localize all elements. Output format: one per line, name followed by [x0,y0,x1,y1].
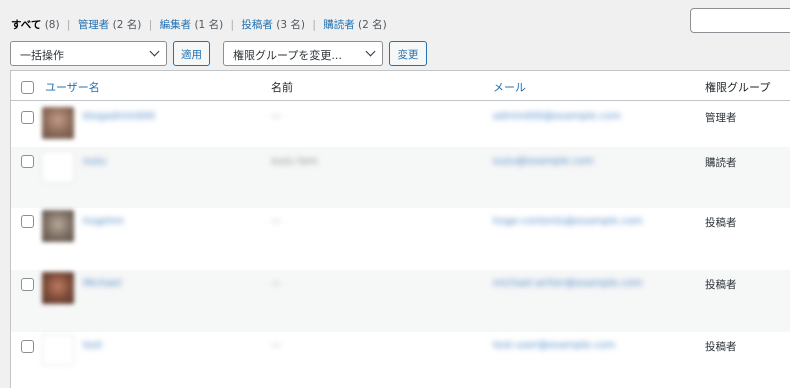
column-role: 権限グループ [705,81,771,94]
username-link[interactable]: Michael [83,278,121,289]
name-cell: — [271,278,281,289]
avatar [42,272,74,304]
role-cell: 投稿者 [705,217,737,229]
column-username[interactable]: ユーザー名 [45,79,100,95]
users-table: ユーザー名 名前 メール 権限グループ blogadmin000 — admin… [10,70,790,388]
row-checkbox[interactable] [21,215,34,228]
name-cell: — [271,216,281,227]
row-checkbox[interactable] [21,111,34,124]
change-button[interactable]: 変更 [389,41,427,66]
column-email[interactable]: メール [493,79,526,95]
table-row: test — test-user@example.com 投稿者 [11,332,790,388]
filter-editor[interactable]: 編集者 [160,19,192,31]
role-cell: 投稿者 [705,341,737,353]
role-cell: 投稿者 [705,279,737,291]
username-link[interactable]: suzu [83,156,106,167]
table-header: ユーザー名 名前 メール 権限グループ [11,71,790,101]
column-name: 名前 [271,81,293,94]
filter-administrator-count: (2 名) [112,19,142,31]
filter-subscriber[interactable]: 購読者 [323,19,355,31]
email-link[interactable]: test-user@example.com [493,340,615,351]
filter-separator: | [312,19,316,31]
table-row: suzu suzu taro suzu@example.com 購読者 [11,147,790,208]
row-checkbox[interactable] [21,278,34,291]
apply-button[interactable]: 適用 [173,41,210,66]
table-row: Michael — michael.writer@example.com 投稿者 [11,270,790,332]
role-cell: 管理者 [705,112,737,124]
email-link[interactable]: admin000@example.com [493,111,621,122]
filter-editor-count: (1 名) [194,19,224,31]
name-cell: suzu taro [271,156,318,167]
change-role-select[interactable]: 権限グループを変更... [223,41,383,66]
username-link[interactable]: hogehm [83,216,124,227]
search-input[interactable] [690,8,790,33]
name-cell: — [271,111,281,122]
avatar [42,107,74,139]
row-checkbox[interactable] [21,340,34,353]
role-cell: 購読者 [705,157,737,169]
username-link[interactable]: blogadmin000 [83,111,155,122]
avatar [42,151,74,183]
filter-all-count: (8) [44,19,60,31]
avatar [42,334,74,366]
bulk-action-selected: 一括操作 [20,49,64,62]
filter-separator: | [148,19,153,31]
filter-separator: | [230,19,235,31]
filter-subscriber-count: (2 名) [358,19,387,31]
filter-author-count: (3 名) [276,19,305,31]
avatar [42,210,74,242]
email-link[interactable]: suzu@example.com [493,156,594,167]
chevron-down-icon [365,46,376,57]
role-filter-links: すべて (8) | 管理者 (2 名) | 編集者 (1 名) | 投稿者 (3… [11,17,387,32]
name-cell: — [271,340,281,351]
username-link[interactable]: test [83,340,102,351]
bulk-action-select[interactable]: 一括操作 [10,41,167,66]
select-all-checkbox[interactable] [21,81,34,94]
chevron-down-icon [149,46,160,57]
table-row: blogadmin000 — admin000@example.com 管理者 [11,102,790,147]
email-link[interactable]: hoge-contents@example.com [493,216,643,227]
filter-author[interactable]: 投稿者 [241,19,273,31]
filter-separator: | [66,19,71,31]
filter-administrator[interactable]: 管理者 [78,19,110,31]
row-checkbox[interactable] [21,155,34,168]
email-link[interactable]: michael.writer@example.com [493,278,642,289]
table-row: hogehm — hoge-contents@example.com 投稿者 [11,208,790,270]
filter-all[interactable]: すべて [11,19,41,31]
change-role-selected: 権限グループを変更... [233,49,342,62]
